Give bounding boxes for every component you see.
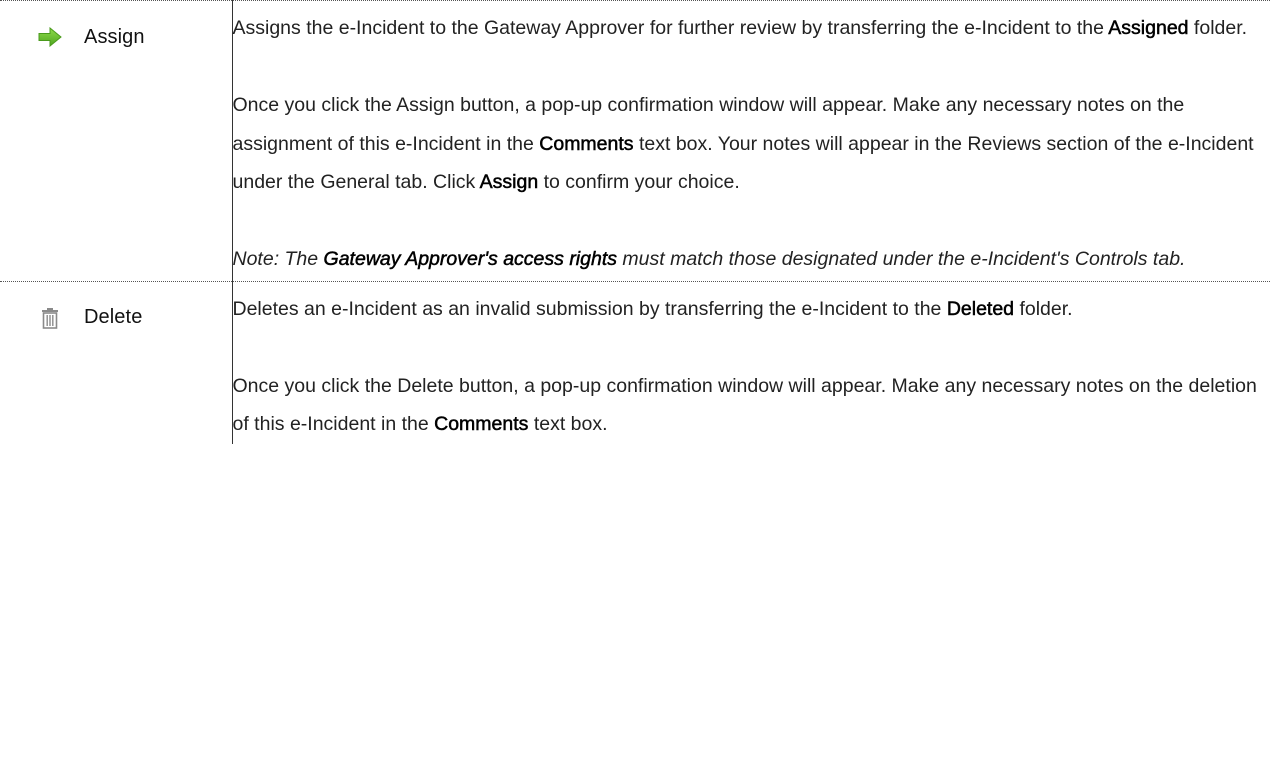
assign-description: Assigns the e-Incident to the Gateway Ap… bbox=[232, 0, 1270, 281]
assign-para-2: Once you click the Assign button, a pop-… bbox=[233, 86, 1270, 202]
delete-para-1: Deletes an e-Incident as an invalid subm… bbox=[233, 290, 1270, 329]
assign-para-1-text: Assigns the e-Incident to the Gateway Ap… bbox=[232, 17, 1109, 39]
assign-para-1-tail: folder. bbox=[1188, 17, 1248, 39]
assign-command-cell: Assign bbox=[0, 0, 233, 281]
delete-para-2-tail: text box. bbox=[528, 413, 608, 435]
assign-para-1: Assigns the e-Incident to the Gateway Ap… bbox=[233, 9, 1270, 48]
delete-para-2-text: Once you click the Delete button, a pop-… bbox=[232, 374, 1257, 436]
assign-label: Assign bbox=[84, 25, 145, 48]
assign-row: Assign Assigns the e-Incident to the Gat… bbox=[0, 0, 1270, 281]
delete-command-cell: Delete bbox=[0, 280, 233, 444]
delete-command: Delete bbox=[0, 291, 232, 345]
assign-command: Assign bbox=[0, 10, 232, 64]
assign-term: Assign bbox=[479, 171, 539, 194]
access-rights-term: Gateway Approver's access rights bbox=[323, 248, 617, 271]
delete-para-1-text: Deletes an e-Incident as an invalid subm… bbox=[232, 297, 947, 320]
comments-term: Comments bbox=[539, 132, 634, 155]
delete-description: Deletes an e-Incident as an invalid subm… bbox=[232, 280, 1270, 444]
assigned-folder-term: Assigned bbox=[1108, 17, 1189, 40]
delete-comments-term: Comments bbox=[434, 413, 529, 436]
delete-row: Delete Deletes an e-Incident as an inval… bbox=[0, 280, 1270, 444]
delete-para-2: Once you click the Delete button, a pop-… bbox=[233, 367, 1270, 444]
note-tail: must match those designated under the e-… bbox=[617, 248, 1186, 270]
green-right-arrow-icon bbox=[36, 23, 64, 51]
note-prefix: Note: The bbox=[232, 248, 324, 270]
delete-label: Delete bbox=[84, 306, 143, 328]
assign-note: Note: The Gateway Approver's access righ… bbox=[233, 240, 1270, 279]
assign-para-2-tail: to confirm your choice. bbox=[538, 171, 740, 193]
delete-para-1-tail: folder. bbox=[1014, 297, 1073, 320]
deleted-folder-term: Deleted bbox=[946, 297, 1015, 320]
commands-table: Assign Assigns the e-Incident to the Gat… bbox=[0, 0, 1270, 444]
trash-can-icon bbox=[36, 304, 64, 332]
